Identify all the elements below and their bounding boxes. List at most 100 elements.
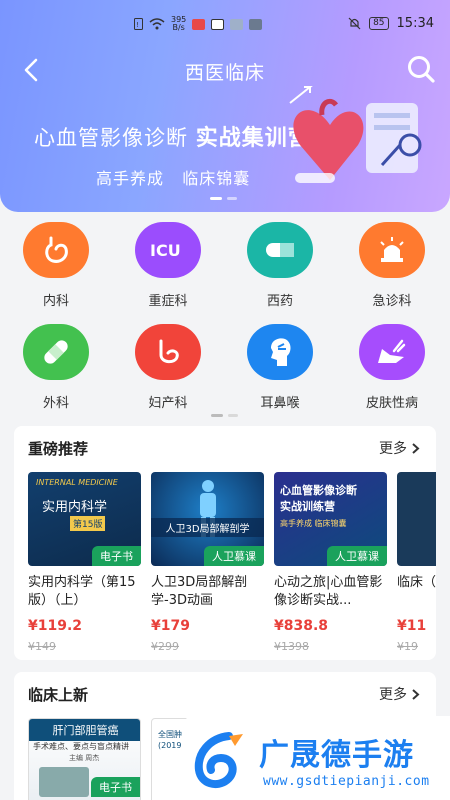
cover-title-line2: 实战训练营 — [280, 500, 335, 513]
category-label: 耳鼻喉 — [260, 396, 300, 411]
mute-bell-icon — [348, 17, 361, 30]
category-label: 外科 — [42, 396, 69, 411]
pager-dot — [227, 197, 237, 200]
watermark-url: www.gsdtiepianji.com — [263, 774, 430, 789]
more-link[interactable]: 更多 — [379, 438, 420, 458]
category-label: 急诊科 — [372, 294, 412, 309]
category-ent[interactable]: 耳鼻喉 — [235, 324, 325, 411]
cover-edition: 第15版 — [70, 516, 106, 531]
cover-title: 心血管影像诊断 — [280, 484, 357, 497]
cover-title: 人卫3D局部解剖学 — [151, 518, 264, 537]
category-label: 西药 — [266, 294, 293, 309]
chevron-right-icon — [412, 688, 420, 700]
section-title: 临床上新 — [28, 686, 89, 704]
original-price: ¥1398 — [274, 640, 309, 653]
section-title: 重磅推荐 — [28, 440, 89, 458]
cover-photo — [39, 767, 89, 797]
cover-title: 全国肿 — [158, 730, 182, 739]
status-bar: ! 395 B/s 85 15:34 — [0, 0, 450, 44]
cover-author: 主编 周杰 — [69, 754, 100, 762]
search-icon[interactable] — [404, 52, 438, 86]
category-surgery[interactable]: 外科 — [11, 324, 101, 411]
category-emergency[interactable]: 急诊科 — [347, 222, 437, 309]
featured-section: 重磅推荐 更多 INTERNAL MEDICINE 实用内科学 第15版 电子书… — [14, 426, 436, 660]
original-price: ¥19 — [397, 640, 418, 653]
category-label: 皮肤性病 — [365, 396, 418, 411]
category-label: 妇产科 — [148, 396, 188, 411]
watermark: 广晟德手游 www.gsdtiepianji.com — [183, 716, 450, 800]
category-western-medicine[interactable]: 西药 — [235, 222, 325, 309]
chevron-right-icon — [412, 442, 420, 454]
category-grid: 内科 ICU 重症科 西药 急诊科 外科 妇产科 耳鼻喉 皮肤性病 — [0, 218, 450, 418]
head-icon — [247, 324, 313, 380]
product-card[interactable]: 心血管影像诊断 实战训练营 高手养成 临床锦囊 人卫慕课 心动之旅|心血管影像诊… — [274, 472, 387, 653]
product-card[interactable]: 肝门部胆管癌 手术难点、要点与盲点精讲 主编 周杰 电子书 — [28, 718, 141, 800]
book-cover: 肝门部胆管癌 手术难点、要点与盲点精讲 主编 周杰 电子书 — [28, 718, 141, 800]
category-obstetrics[interactable]: 妇产科 — [123, 324, 213, 411]
chat-notification-icon — [230, 18, 244, 30]
app-notification-icon — [192, 18, 206, 30]
type-badge: 人卫慕课 — [204, 546, 264, 566]
net-speed: 395 B/s — [171, 15, 187, 32]
category-internal-medicine[interactable]: 内科 — [11, 222, 101, 309]
course-cover: 心血管影像诊断 实战训练营 高手养成 临床锦囊 人卫慕课 — [274, 472, 387, 566]
section-header: 临床上新 更多 — [14, 672, 436, 712]
category-dermatology[interactable]: 皮肤性病 — [347, 324, 437, 411]
book-cover — [397, 472, 436, 566]
app-notification-icon — [211, 18, 225, 30]
type-badge: 人卫慕课 — [327, 546, 387, 566]
bandage-icon — [23, 324, 89, 380]
category-label: 重症科 — [148, 294, 188, 309]
cover-title: 肝门部胆管癌 — [29, 719, 140, 741]
product-name: 临床（富 — [397, 575, 436, 590]
cover-subtitle: 手术难点、要点与盲点精讲 — [33, 742, 129, 751]
original-price: ¥299 — [151, 640, 179, 653]
status-left-icons: ! 395 B/s — [134, 15, 263, 32]
product-price: ¥11 — [397, 618, 427, 634]
watermark-brand: 广晟德手游 — [259, 738, 414, 773]
product-card[interactable]: INTERNAL MEDICINE 实用内科学 第15版 电子书 实用内科学（第… — [28, 472, 141, 653]
header-banner: ! 395 B/s 85 15:34 西医临床 心血管影像诊断 实战集训营 高手养… — [0, 0, 450, 212]
book-cover: INTERNAL MEDICINE 实用内科学 第15版 电子书 — [28, 472, 141, 566]
status-right-icons: 85 15:34 — [348, 16, 434, 31]
uterus-icon — [135, 324, 201, 380]
battery-indicator: 85 — [369, 17, 389, 30]
cover-subtitle: 高手养成 临床锦囊 — [280, 519, 347, 528]
featured-list: INTERNAL MEDICINE 实用内科学 第15版 电子书 实用内科学（第… — [28, 472, 436, 653]
sim-icon: ! — [134, 18, 143, 30]
category-icu[interactable]: ICU 重症科 — [123, 222, 213, 309]
cover-title-en: INTERNAL MEDICINE — [36, 478, 118, 487]
app-notification-icon — [249, 18, 263, 30]
banner-pager — [210, 197, 237, 200]
category-label: 内科 — [42, 294, 69, 309]
product-card[interactable]: 人卫3D局部解剖学 人卫慕课 人卫3D局部解剖学-3D动画 ¥179 ¥299 — [151, 472, 264, 653]
banner-tagline: 高手养成 临床锦囊 — [96, 169, 251, 188]
pager-dot — [210, 197, 222, 200]
product-price: ¥179 — [151, 618, 190, 634]
type-badge: 电子书 — [92, 546, 141, 566]
icu-icon: ICU — [135, 222, 201, 278]
nav-bar: 西医临床 — [0, 50, 450, 90]
heart-illustration — [289, 86, 422, 183]
category-pager — [211, 414, 238, 417]
more-link[interactable]: 更多 — [379, 684, 420, 704]
type-badge: 电子书 — [91, 777, 140, 797]
product-card[interactable]: 临床（富 ¥11 ¥19 — [397, 472, 436, 653]
pager-dot — [228, 414, 238, 417]
product-name: 人卫3D局部解剖学-3D动画 — [151, 575, 248, 608]
product-name: 心动之旅|心血管影像诊断实战... — [274, 575, 383, 608]
svg-text:!: ! — [136, 21, 139, 29]
original-price: ¥149 — [28, 640, 56, 653]
section-header: 重磅推荐 更多 — [14, 426, 436, 466]
cover-year: (2019 — [158, 741, 182, 750]
page-title: 西医临床 — [184, 62, 265, 84]
product-price: ¥119.2 — [28, 618, 83, 634]
clock: 15:34 — [396, 16, 434, 31]
product-price: ¥838.8 — [274, 618, 329, 634]
wifi-icon — [149, 18, 165, 30]
product-name: 实用内科学（第15版）（上） — [28, 575, 136, 608]
pill-icon — [247, 222, 313, 278]
brand-logo-icon — [194, 732, 243, 789]
svg-text:ICU: ICU — [150, 241, 181, 260]
cover-title: 实用内科学 — [42, 500, 108, 515]
